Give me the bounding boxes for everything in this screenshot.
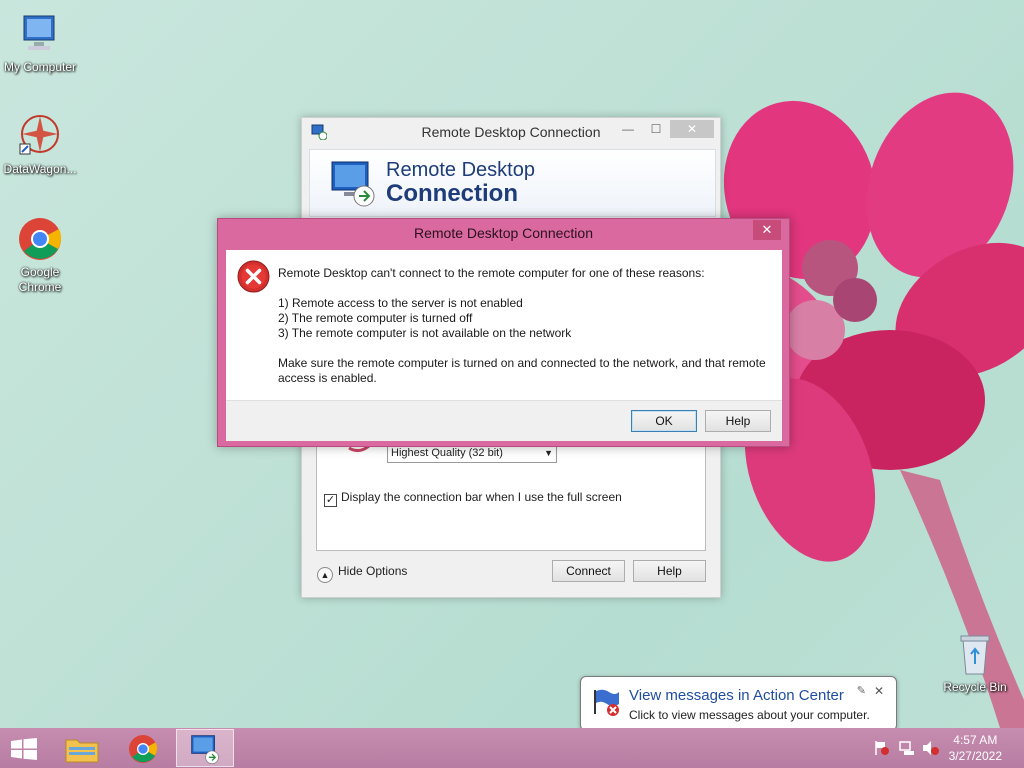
taskbar-file-explorer[interactable]: [53, 729, 111, 767]
taskbar: 4:57 AM 3/27/2022: [0, 728, 1024, 768]
color-depth-value: Highest Quality (32 bit): [391, 447, 503, 459]
connect-button[interactable]: Connect: [552, 560, 625, 582]
banner-title-line1: Remote Desktop: [386, 159, 535, 181]
desktop-icon-label: Google Chrome: [18, 265, 62, 294]
error-dialog-body: Remote Desktop can't connect to the remo…: [226, 250, 782, 400]
checkbox-check-icon: ✓: [324, 494, 337, 507]
desktop-icon-recycle-bin[interactable]: Recycle Bin: [935, 630, 1015, 695]
hide-options-button[interactable]: ▲ Hide Options: [317, 564, 407, 583]
action-center-notification[interactable]: View messages in Action Center Click to …: [580, 676, 897, 731]
taskbar-chrome[interactable]: [114, 729, 172, 767]
chevron-down-icon: ▼: [544, 448, 553, 458]
error-intro: Remote Desktop can't connect to the remo…: [278, 266, 705, 280]
ok-button[interactable]: OK: [631, 410, 697, 432]
volume-muted-icon[interactable]: [922, 740, 940, 756]
checkbox-label: Display the connection bar when I use th…: [341, 490, 622, 504]
desktop-icon-my-computer[interactable]: My Computer: [0, 10, 80, 75]
clock-date: 3/27/2022: [948, 749, 1002, 763]
folder-icon: [65, 735, 99, 768]
computer-icon: [16, 10, 64, 58]
error-footer-text: Make sure the remote computer is turned …: [278, 356, 766, 385]
error-dialog-footer: OK Help: [226, 400, 782, 441]
error-reason-item: 2) The remote computer is turned off: [278, 311, 473, 325]
taskbar-clock[interactable]: 4:57 AM 3/27/2022: [949, 732, 1002, 764]
rdc-banner: Remote Desktop Connection: [309, 149, 716, 217]
notification-close-icon[interactable]: ✕: [874, 684, 884, 698]
remote-desktop-icon: [328, 158, 378, 213]
action-center-flag-icon[interactable]: [873, 740, 891, 756]
recycle-bin-icon: [951, 630, 999, 678]
desktop-icon-google-chrome[interactable]: Google Chrome: [0, 215, 80, 295]
chrome-icon: [16, 215, 64, 263]
help-button[interactable]: Help: [633, 560, 706, 582]
maximize-button[interactable]: ☐: [642, 120, 670, 138]
error-dialog-title: Remote Desktop Connection: [414, 225, 593, 241]
rdc-bottom-bar: ▲ Hide Options Connect Help: [302, 556, 720, 596]
connection-bar-checkbox[interactable]: ✓ Display the connection bar when I use t…: [324, 490, 622, 507]
error-icon: [237, 260, 270, 293]
error-reason-item: 1) Remote access to the server is not en…: [278, 296, 523, 310]
close-button[interactable]: ✕: [670, 120, 714, 138]
chrome-icon: [127, 733, 159, 768]
desktop-icon-label: My Computer: [3, 60, 77, 74]
error-dialog: Remote Desktop Connection ✕ Remote Deskt…: [217, 218, 790, 447]
start-button[interactable]: [0, 729, 50, 767]
taskbar-remote-desktop[interactable]: [176, 729, 234, 767]
error-reason-item: 3) The remote computer is not available …: [278, 326, 572, 340]
clock-time: 4:57 AM: [953, 733, 998, 747]
notification-subtitle: Click to view messages about your comput…: [629, 708, 870, 722]
remote-desktop-icon: [189, 733, 221, 768]
rdc-title-bar[interactable]: Remote Desktop Connection — ☐ ✕: [302, 118, 720, 148]
notification-title: View messages in Action Center: [629, 687, 844, 704]
chevron-up-icon: ▲: [317, 567, 333, 583]
hide-options-label: Hide Options: [338, 564, 408, 578]
pin-icon[interactable]: ✎: [857, 684, 866, 697]
windows-logo-icon: [11, 738, 37, 765]
desktop-icon-datawagon[interactable]: DataWagon...: [0, 112, 80, 177]
datawagon-icon: [16, 112, 64, 160]
network-icon[interactable]: [898, 740, 916, 756]
rdc-options-panel: Highest Quality (32 bit) ▼ ✓ Display the …: [316, 443, 706, 551]
error-message: Remote Desktop can't connect to the remo…: [278, 266, 773, 401]
error-close-button[interactable]: ✕: [753, 220, 781, 240]
desktop-icon-label: DataWagon...: [3, 162, 77, 176]
action-center-flag-icon: [591, 686, 623, 723]
minimize-button[interactable]: —: [614, 120, 642, 138]
error-reasons: 1) Remote access to the server is not en…: [278, 296, 773, 341]
error-help-button[interactable]: Help: [705, 410, 771, 432]
banner-title-line2: Connection: [386, 180, 518, 207]
desktop-icon-label: Recycle Bin: [943, 680, 1007, 694]
